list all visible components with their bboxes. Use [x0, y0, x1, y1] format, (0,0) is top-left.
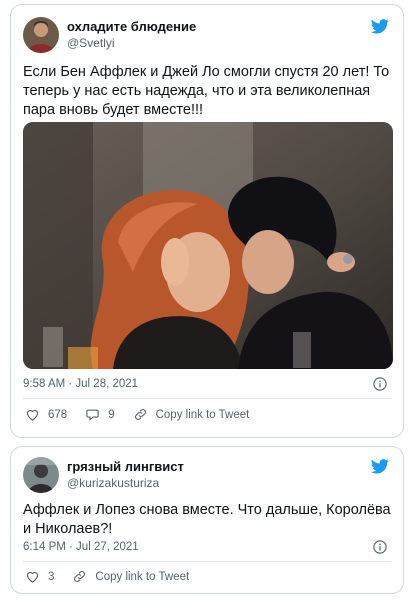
like-count: 3 — [48, 570, 55, 583]
tweet-card[interactable]: охладите блюдение @Svetlyi Если Бен Аффл… — [10, 4, 404, 438]
author-name[interactable]: грязный лингвист — [67, 459, 184, 474]
copy-link-label: Copy link to Tweet — [95, 570, 190, 583]
like-button[interactable]: 678 — [25, 407, 67, 422]
twitter-bird-icon[interactable] — [371, 19, 389, 34]
tweet-card[interactable]: грязный лингвист @kurizakusturiza Аффлек… — [10, 446, 404, 594]
copy-link-label: Copy link to Tweet — [155, 408, 250, 421]
divider — [23, 561, 391, 562]
like-count: 678 — [48, 408, 68, 421]
heart-icon — [26, 571, 39, 583]
reply-button[interactable]: 9 — [85, 407, 115, 422]
tweet-photo[interactable] — [23, 122, 393, 369]
avatar[interactable] — [23, 17, 59, 53]
copy-link-button[interactable]: Copy link to Tweet — [72, 569, 189, 584]
link-icon — [134, 409, 146, 420]
link-icon — [74, 571, 86, 582]
twitter-bird-icon[interactable] — [371, 459, 389, 474]
avatar[interactable] — [23, 457, 59, 493]
divider — [23, 398, 391, 399]
heart-icon — [26, 409, 39, 421]
tweet-timestamp[interactable]: 9:58 AM · Jul 28, 2021 — [23, 378, 138, 390]
info-icon[interactable] — [373, 540, 387, 554]
tweet-text: Если Бен Аффлек и Джей Ло смогли спустя … — [23, 64, 390, 118]
author-name[interactable]: охладите блюдение — [67, 19, 196, 34]
tweet-timestamp[interactable]: 6:14 PM · Jul 27, 2021 — [23, 541, 139, 553]
like-button[interactable]: 3 — [25, 569, 54, 584]
tweet-text: Аффлек и Лопез снова вместе. Что дальше,… — [23, 502, 391, 537]
tweet-actions: 3 Copy link to Tweet — [25, 569, 207, 584]
reply-count: 9 — [108, 408, 115, 421]
tweet-actions: 678 9 Copy link to Tweet — [25, 407, 267, 422]
author-handle[interactable]: @kurizakusturiza — [67, 476, 159, 490]
reply-icon — [86, 409, 99, 421]
copy-link-button[interactable]: Copy link to Tweet — [133, 407, 250, 422]
info-icon[interactable] — [373, 377, 387, 391]
author-handle[interactable]: @Svetlyi — [67, 36, 115, 50]
